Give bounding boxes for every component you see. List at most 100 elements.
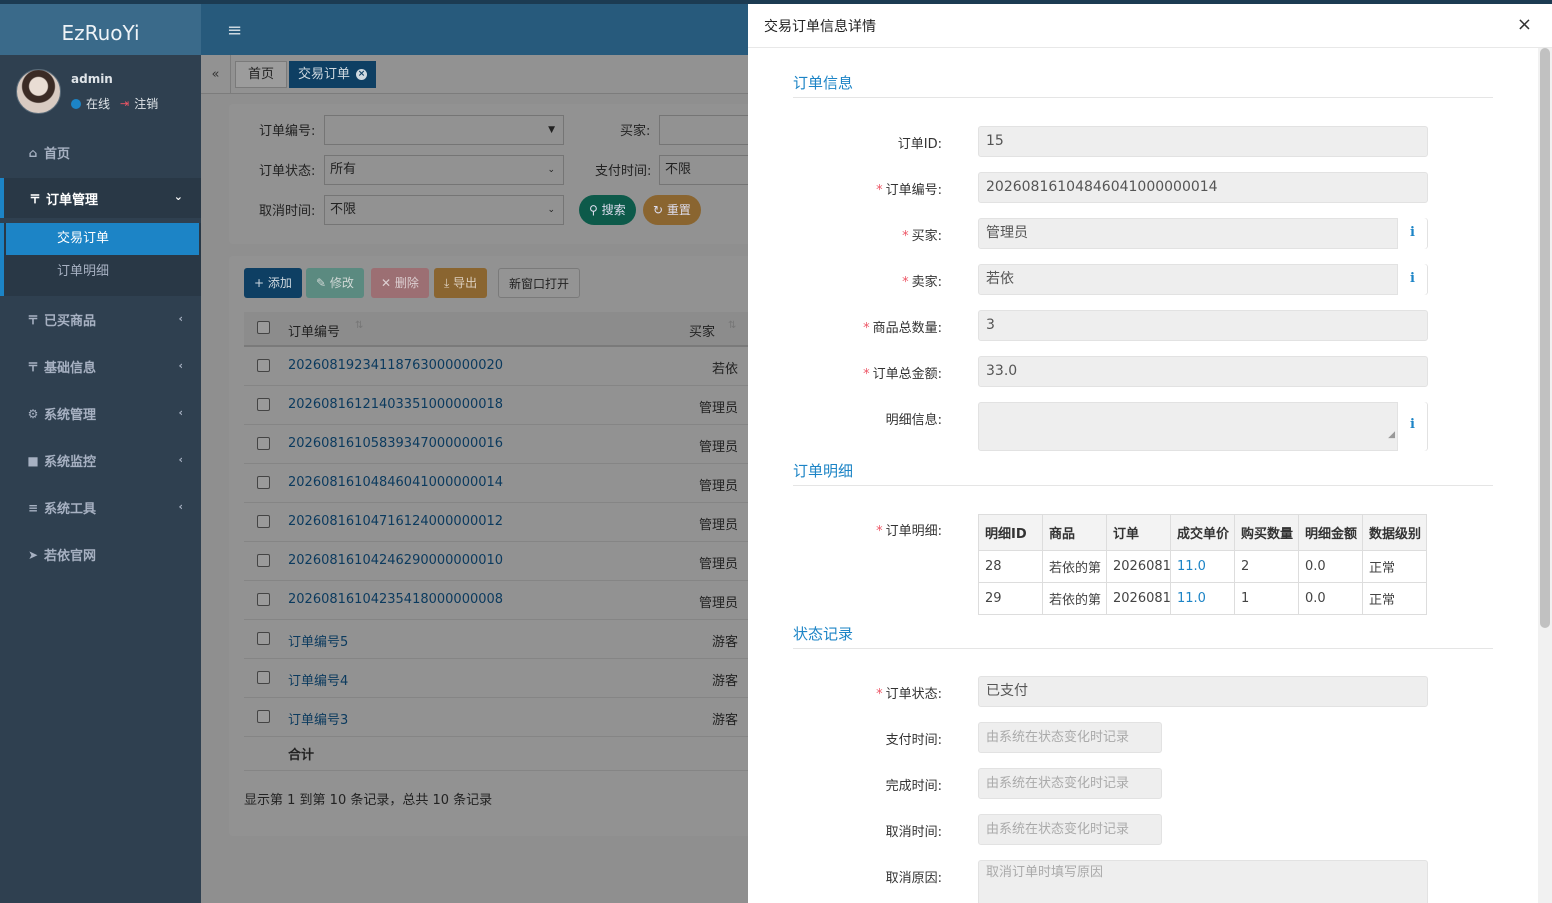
col-order-no-header[interactable]: 订单编号	[288, 321, 340, 340]
table-header: 订单编号 ⇅ 买家 ⇅	[244, 312, 748, 347]
info-icon[interactable]: i	[1397, 402, 1427, 451]
col-buyer-header[interactable]: 买家	[689, 321, 715, 340]
sidebar-item-order-management[interactable]: 〒 订单管理 ⌄	[0, 178, 201, 218]
add-button[interactable]: + 添加	[244, 268, 302, 298]
sidebar-item-order-details[interactable]: 订单明细	[4, 255, 201, 288]
tab-trade-orders[interactable]: 交易订单 ×	[289, 61, 377, 88]
order-no-link[interactable]: 20260816104716124000000012	[288, 514, 503, 529]
table-row[interactable]: 20260816105839347000000016 管理员	[244, 425, 748, 464]
logout-label: 注销	[134, 97, 159, 111]
table-row[interactable]: 20260816104246290000000010 管理员	[244, 542, 748, 581]
done-time-field[interactable]: 由系统在状态变化时记录	[978, 768, 1162, 799]
seller-label-text: 卖家:	[911, 275, 942, 290]
bars-icon: ≡	[27, 500, 39, 515]
info-icon[interactable]: i	[1397, 264, 1427, 295]
status-field-label: * 订单状态:	[876, 687, 942, 702]
row-checkbox[interactable]	[257, 398, 270, 411]
close-icon[interactable]: ×	[1517, 14, 1532, 35]
detail-table-label: * 订单明细:	[876, 524, 942, 539]
buyer-input[interactable]	[659, 115, 748, 145]
seller-field[interactable]: 若依 i	[978, 264, 1428, 295]
tabs-scroll-left-icon[interactable]: «	[201, 55, 231, 93]
buyer-label-text: 买家:	[911, 229, 942, 244]
order-no-link[interactable]: 20260816104246290000000010	[288, 553, 503, 568]
order-id-field[interactable]: 15	[978, 126, 1428, 157]
status-select[interactable]: 所有 ⌄	[324, 155, 564, 185]
drawer-scrollbar[interactable]	[1538, 48, 1552, 903]
col-order: 订单	[1106, 514, 1171, 551]
buyer-field[interactable]: 管理员 i	[978, 218, 1428, 249]
row-checkbox[interactable]	[257, 476, 270, 489]
pay-time-field[interactable]: 由系统在状态变化时记录	[978, 722, 1162, 753]
sort-icon[interactable]: ⇅	[355, 320, 363, 331]
row-checkbox[interactable]	[257, 554, 270, 567]
table-row[interactable]: 订单编号4 游客	[244, 659, 748, 698]
order-no-select[interactable]: ▼	[324, 115, 564, 145]
order-no-link[interactable]: 20260816104846041000000014	[288, 475, 503, 490]
order-no-link[interactable]: 订单编号3	[288, 709, 348, 728]
cell-link[interactable]: 11.0	[1170, 582, 1235, 615]
info-icon[interactable]: i	[1397, 218, 1427, 249]
sidebar-item-system-tools[interactable]: ≡ 系统工具 ‹	[0, 484, 201, 531]
table-row[interactable]: 20260816104846041000000014 管理员	[244, 464, 748, 503]
select-all-checkbox[interactable]	[257, 321, 270, 334]
sort-icon[interactable]: ⇅	[728, 320, 736, 331]
amount-field[interactable]: 33.0	[978, 356, 1428, 387]
search-button[interactable]: ⚲ 搜索	[579, 195, 636, 225]
row-checkbox[interactable]	[257, 710, 270, 723]
pay-time-select[interactable]: 不限	[659, 155, 748, 185]
resize-handle-icon[interactable]: ◢	[1388, 421, 1395, 450]
sidebar-item-home[interactable]: ⌂ 首页	[0, 129, 201, 176]
seller-value: 若依	[986, 271, 1014, 287]
order-no-field[interactable]: 20260816104846041000000014	[978, 172, 1428, 203]
table-row[interactable]: 20260816104235418000000008 管理员	[244, 581, 748, 620]
tab-home[interactable]: 首页	[235, 61, 288, 88]
sidebar-item-system-management[interactable]: ⚙ 系统管理 ‹	[0, 390, 201, 437]
table-row[interactable]: 20260816121403351000000018 管理员	[244, 386, 748, 425]
logout-link[interactable]: ⇥ 注销	[120, 95, 158, 112]
menu-toggle-icon[interactable]: ≡	[227, 20, 242, 41]
avatar[interactable]	[16, 69, 61, 114]
detail-info-textarea[interactable]: i ◢	[978, 402, 1428, 451]
sidebar-item-system-monitor[interactable]: ■ 系统监控 ‹	[0, 437, 201, 484]
qty-field[interactable]: 3	[978, 310, 1428, 341]
table-row[interactable]: 20260816104716124000000012 管理员	[244, 503, 748, 542]
row-checkbox[interactable]	[257, 671, 270, 684]
col-unit-price: 成交单价	[1170, 514, 1235, 551]
cancel-time-select[interactable]: 不限 ⌄	[324, 195, 564, 225]
row-checkbox[interactable]	[257, 515, 270, 528]
scrollbar-thumb[interactable]	[1540, 48, 1550, 628]
detail-table-label-text: 订单明细:	[885, 524, 942, 539]
new-window-button[interactable]: 新窗口打开	[498, 268, 581, 298]
edit-button[interactable]: ✎ 修改	[306, 268, 364, 298]
row-checkbox[interactable]	[257, 593, 270, 606]
sidebar-submenu: 交易订单 订单明细	[0, 223, 201, 296]
reset-button[interactable]: ↻ 重置	[643, 195, 701, 225]
row-checkbox[interactable]	[257, 437, 270, 450]
buyer-cell: 管理员	[698, 401, 738, 416]
sidebar-item-basic-info[interactable]: 〒 基础信息 ‹	[0, 343, 201, 390]
table-row[interactable]: 订单编号3 游客	[244, 698, 748, 737]
row-checkbox[interactable]	[257, 359, 270, 372]
table-row[interactable]: 20260819234118763000000020 若依	[244, 347, 748, 386]
order-no-link[interactable]: 20260816104235418000000008	[288, 592, 503, 607]
order-no-link[interactable]: 订单编号4	[288, 670, 348, 689]
cancel-reason-textarea[interactable]: 取消订单时填写原因	[978, 860, 1428, 903]
order-no-link[interactable]: 20260816105839347000000016	[288, 436, 503, 451]
order-no-link[interactable]: 20260816121403351000000018	[288, 397, 503, 412]
row-checkbox[interactable]	[257, 632, 270, 645]
sidebar-item-ruoyi-site[interactable]: ➤ 若依官网	[0, 531, 201, 578]
table-row[interactable]: 订单编号5 游客	[244, 620, 748, 659]
cancel-time-field[interactable]: 由系统在状态变化时记录	[978, 814, 1162, 845]
sidebar-item-purchased-goods[interactable]: 〒 已买商品 ‹	[0, 296, 201, 343]
delete-button[interactable]: ✕ 删除	[371, 268, 429, 298]
export-button[interactable]: ⤓ 导出	[434, 268, 488, 298]
status-field[interactable]: 已支付	[978, 676, 1428, 707]
order-no-link[interactable]: 订单编号5	[288, 631, 348, 650]
total-label: 合计	[288, 748, 315, 763]
cell-link[interactable]: 11.0	[1170, 550, 1235, 583]
order-no-link[interactable]: 20260819234118763000000020	[288, 358, 503, 373]
close-tab-icon[interactable]: ×	[356, 69, 368, 80]
sidebar-item-trade-orders[interactable]: 交易订单	[6, 223, 199, 255]
buyer-label: 买家:	[620, 124, 651, 139]
